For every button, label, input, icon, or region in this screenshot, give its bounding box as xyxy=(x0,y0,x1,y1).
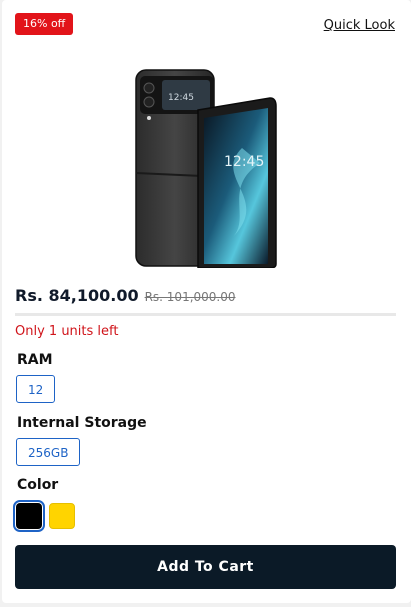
add-to-cart-button[interactable]: Add To Cart xyxy=(15,545,396,589)
original-price: Rs. 101,000.00 xyxy=(144,290,236,304)
main-screen-time: 12:45 xyxy=(224,154,264,170)
price-row: Rs. 84,100.00 Rs. 101,000.00 xyxy=(15,286,236,305)
current-price: Rs. 84,100.00 xyxy=(15,286,139,305)
product-card: 16% off Quick Look 12:45 12:45 Rs. 84,10… xyxy=(2,0,411,603)
storage-label: Internal Storage xyxy=(17,415,147,431)
quick-look-link[interactable]: Quick Look xyxy=(324,18,395,33)
cover-screen-time: 12:45 xyxy=(168,93,194,103)
stock-status: Only 1 units left xyxy=(15,324,119,339)
divider xyxy=(15,313,396,316)
ram-label: RAM xyxy=(17,352,53,368)
color-label: Color xyxy=(17,477,59,493)
ram-option-12[interactable]: 12 xyxy=(16,375,56,403)
color-swatch-black[interactable] xyxy=(13,500,45,532)
product-image[interactable]: 12:45 12:45 xyxy=(132,68,278,268)
storage-option-256gb[interactable]: 256GB xyxy=(16,438,81,466)
color-swatch-yellow[interactable] xyxy=(49,503,75,529)
discount-badge: 16% off xyxy=(15,13,74,35)
